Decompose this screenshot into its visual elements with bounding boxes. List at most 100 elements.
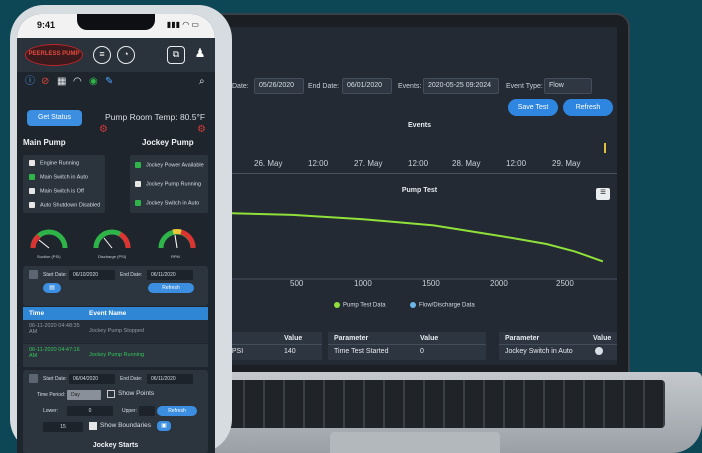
menu-icon[interactable]: ≡ (93, 46, 111, 64)
events-label: Events: (398, 83, 422, 90)
show-points-checkbox[interactable] (107, 390, 115, 398)
rpm-gauge-label: RPM (171, 254, 180, 259)
events-select[interactable]: 2020-05-25 09:2024 (423, 78, 499, 94)
grid-icon[interactable]: ▦ (57, 76, 66, 88)
pump-x-tick: 2500 (556, 279, 574, 288)
start-date-label: Date: (232, 83, 249, 90)
interval-input[interactable]: 15 (43, 422, 83, 432)
main-pump-title: Main Pump (23, 138, 66, 147)
start-date-label: Start Date: (43, 376, 67, 382)
chart-filter-card: Start Date: 06/04/2020 End Date: 06/11/2… (23, 370, 208, 453)
end-date-field[interactable]: 06/01/2020 (342, 78, 392, 94)
start-date-label: Start Date: (43, 272, 67, 278)
edit-icon[interactable]: ✎ (105, 76, 113, 88)
no-entry-icon[interactable]: ⊘ (41, 76, 49, 88)
legend-item-flow[interactable]: Flow/Discharge Data (410, 302, 475, 309)
get-status-button[interactable]: Get Status (27, 110, 82, 126)
event-name: Jockey Pump Running (89, 352, 145, 358)
search-icon[interactable]: ⌕ (199, 76, 205, 88)
device-link-icon[interactable]: ⧉ (167, 46, 185, 64)
show-points-label: Show Points (118, 390, 155, 397)
start-date-input[interactable]: 06/10/2020 (69, 270, 115, 280)
events-tick: 12:00 (506, 159, 527, 168)
events-tick: 12:00 (408, 159, 429, 168)
status-box (29, 202, 35, 208)
pump-x-tick: 2000 (490, 279, 508, 288)
chart-menu-icon[interactable]: ≡ (596, 188, 610, 200)
drag-handle-icon[interactable] (29, 270, 38, 279)
main-pump-item: Main Switch is Off (29, 188, 84, 194)
events-tick: 28. May (452, 159, 481, 168)
status-box (29, 188, 35, 194)
drag-handle-icon[interactable] (29, 374, 38, 383)
events-chart (232, 139, 617, 174)
connected-icon[interactable]: ◉ (89, 76, 98, 88)
jockey-pump-title: Jockey Pump (142, 138, 194, 147)
events-table-header: Time Event Name (23, 307, 208, 320)
events-tick: 29. May (552, 159, 581, 168)
status-box (135, 200, 141, 206)
upper-input[interactable] (139, 406, 155, 416)
export-icon[interactable]: ▤ (43, 283, 61, 293)
time-period-label: Time Period: (37, 392, 66, 398)
time-period-select[interactable]: Day (67, 390, 101, 400)
jockey-pump-icon: ⚙ (197, 124, 206, 135)
info-icon[interactable]: ⓘ (25, 76, 35, 88)
events-chart-title: Events (408, 122, 431, 129)
save-test-button[interactable]: Save Test (508, 99, 558, 116)
suction-gauge (30, 229, 68, 249)
save-icon[interactable]: ▣ (157, 421, 171, 431)
param-table-3: Parameter Value Jockey Switch in Auto (499, 332, 617, 360)
table-row[interactable]: 06-11-2020 04:47:16 AM Jockey Pump Runni… (23, 344, 208, 367)
table-row[interactable]: 06-11-2020 04:48:35 AM Jockey Pump Stopp… (23, 320, 208, 343)
event-name: Jockey Pump Stopped (89, 328, 145, 334)
discharge-gauge-label: Discharge (PSI) (98, 254, 127, 259)
jockey-pump-item: Jockey Power Available (135, 162, 204, 168)
status-time: 9:41 (37, 20, 56, 30)
jockey-starts-title: Jockey Starts (92, 442, 139, 449)
pump-room-temp: Pump Room Temp: 80.5°F (105, 112, 206, 122)
rpm-gauge (158, 228, 196, 249)
main-pump-panel: Engine Running Main Switch in Auto Main … (23, 155, 105, 213)
peerless-logo: PEERLESS PUMP (25, 44, 83, 66)
param-table-2: Parameter Value Time Test Started 0 (328, 332, 486, 360)
show-boundaries-checkbox[interactable] (89, 422, 97, 430)
lower-input[interactable]: 0 (67, 406, 113, 416)
status-dot-icon (595, 347, 603, 355)
event-time: 06-11-2020 04:47:16 AM (29, 347, 80, 359)
pump-x-tick: 500 (290, 279, 304, 288)
main-pump-item: Auto Shutdown Disabled (29, 202, 100, 208)
end-date-label: End Date: (120, 272, 143, 278)
signal-wifi-battery-icon: ▮▮▮ ◠ ▭ (166, 20, 199, 29)
end-date-input[interactable]: 06/11/2020 (147, 270, 193, 280)
time-column-header: Time (29, 310, 45, 317)
event-column-header: Event Name (89, 310, 127, 317)
jockey-pump-panel: Jockey Power Available Jockey Pump Runni… (130, 155, 208, 213)
lower-label: Lower: (43, 408, 59, 414)
status-box (135, 162, 141, 168)
event-time: 06-11-2020 04:48:35 AM (29, 323, 80, 335)
user-icon[interactable]: ♟ (191, 46, 209, 64)
start-date-input[interactable]: 06/04/2020 (69, 374, 115, 384)
main-pump-icon: ⚙ (99, 124, 108, 135)
start-date-field[interactable]: 05/26/2020 (254, 78, 304, 94)
suction-gauge-label: Suction (PSI) (37, 254, 61, 259)
pump-test-series-line (222, 212, 604, 263)
pump-test-chart (222, 212, 617, 280)
end-date-input[interactable]: 06/11/2020 (147, 374, 193, 384)
laptop-keyboard (225, 380, 665, 428)
wifi-icon[interactable]: ◠ (73, 76, 82, 88)
main-pump-item: Main Switch in Auto (29, 174, 88, 180)
pump-x-tick: 1500 (422, 279, 440, 288)
laptop-toolbar: Date: 05/26/2020 End Date: 06/01/2020 Ev… (222, 77, 617, 97)
event-type-select[interactable]: Flow (544, 78, 592, 94)
dashboard-icon[interactable]: ◔ (117, 46, 135, 64)
app-header: PEERLESS PUMP ≡ ◔ ⧉ ♟ (17, 38, 215, 72)
event-type-label: Event Type: (506, 83, 543, 90)
refresh-button[interactable]: Refresh (148, 283, 194, 293)
event-marker (604, 143, 606, 153)
pump-chart-title: Pump Test (401, 187, 438, 194)
refresh-button[interactable]: Refresh (157, 406, 197, 416)
legend-item-pump-test[interactable]: Pump Test Data (334, 302, 386, 309)
refresh-button[interactable]: Refresh (563, 99, 613, 116)
